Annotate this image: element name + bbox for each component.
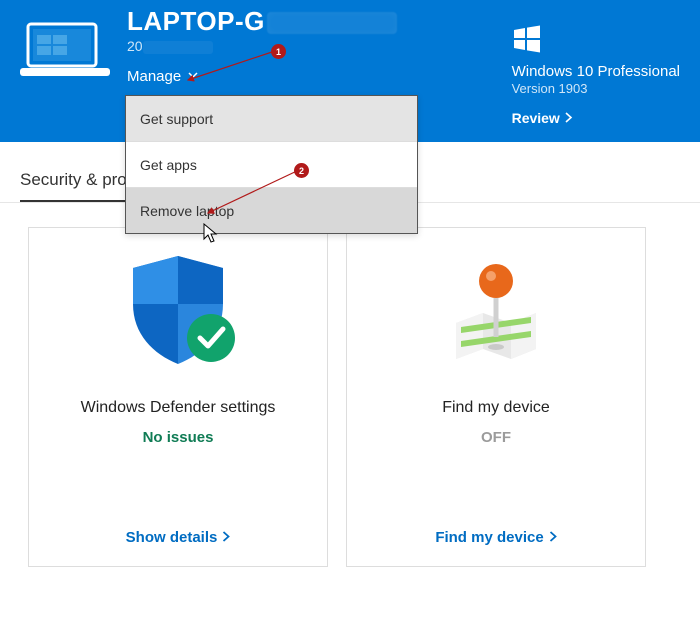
link-label: Find my device bbox=[435, 529, 543, 546]
card-find-device: Find my device OFF Find my device bbox=[346, 227, 646, 567]
review-link[interactable]: Review bbox=[512, 110, 680, 126]
device-subline: 20 bbox=[127, 38, 397, 54]
os-info-block: Windows 10 Professional Version 1903 Rev… bbox=[512, 24, 680, 126]
laptop-icon bbox=[20, 22, 110, 83]
cursor-icon bbox=[203, 223, 219, 250]
review-label: Review bbox=[512, 110, 560, 126]
menu-item-get-apps[interactable]: Get apps bbox=[126, 142, 417, 188]
menu-item-remove-laptop[interactable]: Remove laptop bbox=[126, 188, 417, 233]
cards-grid: Windows Defender settings No issues Show… bbox=[0, 203, 700, 567]
device-sub-text: 20 bbox=[127, 38, 143, 54]
defender-shield-icon bbox=[29, 228, 327, 393]
device-name: LAPTOP-G bbox=[127, 6, 397, 37]
card-defender: Windows Defender settings No issues Show… bbox=[28, 227, 328, 567]
manage-dropdown-trigger[interactable]: Manage bbox=[127, 68, 199, 85]
card-status: OFF bbox=[347, 429, 645, 446]
card-title: Windows Defender settings bbox=[29, 399, 327, 417]
manage-label: Manage bbox=[127, 68, 181, 85]
menu-item-label: Remove laptop bbox=[140, 203, 234, 219]
link-label: Show details bbox=[126, 529, 218, 546]
menu-item-label: Get apps bbox=[140, 157, 197, 173]
os-name: Windows 10 Professional bbox=[512, 63, 680, 80]
redacted-mask bbox=[267, 12, 397, 34]
windows-logo-icon bbox=[512, 24, 680, 59]
find-device-link[interactable]: Find my device bbox=[347, 529, 645, 546]
menu-item-label: Get support bbox=[140, 111, 213, 127]
annotation-badge-1: 1 bbox=[271, 44, 286, 59]
card-title: Find my device bbox=[347, 399, 645, 417]
annotation-badge-2: 2 bbox=[294, 163, 309, 178]
chevron-down-icon bbox=[187, 68, 199, 85]
chevron-right-icon bbox=[564, 110, 573, 126]
card-status: No issues bbox=[29, 429, 327, 446]
show-details-link[interactable]: Show details bbox=[29, 529, 327, 546]
chevron-right-icon bbox=[222, 529, 230, 546]
chevron-right-icon bbox=[549, 529, 557, 546]
device-info-block: LAPTOP-G 20 Manage bbox=[127, 6, 397, 86]
device-name-text: LAPTOP-G bbox=[127, 6, 265, 36]
map-pin-icon bbox=[347, 228, 645, 393]
redacted-mask-small bbox=[143, 41, 213, 54]
menu-item-get-support[interactable]: Get support bbox=[126, 96, 417, 142]
manage-dropdown-menu: Get support Get apps Remove laptop bbox=[125, 95, 418, 234]
os-version: Version 1903 bbox=[512, 81, 680, 96]
